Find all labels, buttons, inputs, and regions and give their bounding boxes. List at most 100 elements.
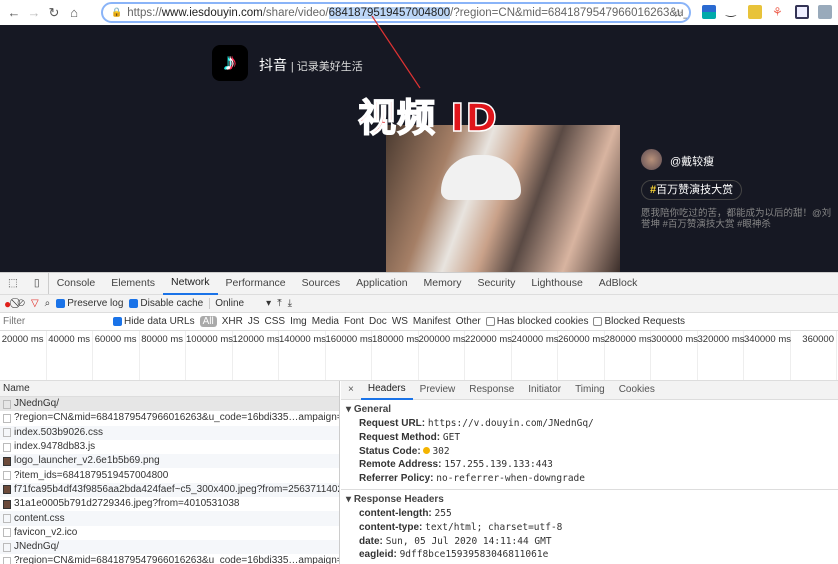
header-row: Status Code: 302 — [341, 445, 838, 459]
response-headers-toggle[interactable]: ▾ Response Headers — [341, 490, 838, 507]
extension-js-icon[interactable] — [748, 5, 762, 19]
extension-tree-icon[interactable]: ⚘ — [772, 5, 786, 19]
blocked-requests-checkbox-label: Blocked Requests — [604, 316, 686, 327]
request-row[interactable]: ?item_ids=6841879519457004800 — [0, 468, 339, 482]
device-toggle-icon[interactable]: ▯ — [26, 273, 49, 294]
extension-smile-icon[interactable]: ‿ — [726, 4, 740, 19]
detail-tab-cookies[interactable]: Cookies — [612, 381, 662, 399]
reload-icon[interactable]: ↻ — [44, 5, 64, 21]
devtools-panel: ⬚ ▯ Console Elements Network Performance Sou… — [0, 272, 838, 564]
tab-security[interactable]: Security — [469, 273, 523, 294]
file-icon — [3, 514, 11, 524]
filter-type-img[interactable]: Img — [290, 316, 307, 327]
detail-tab-timing[interactable]: Timing — [568, 381, 612, 399]
header-value: 302 — [432, 445, 450, 457]
header-value: 9dff8bce15939583046811061e — [399, 549, 549, 561]
timeline-tick: 220000 ms — [465, 331, 512, 380]
timeline-tick: 140000 ms — [279, 331, 326, 380]
filter-type-font[interactable]: Font — [344, 316, 364, 327]
timeline-tick: 320000 ms — [698, 331, 745, 380]
url-domain: www.iesdouyin.com — [161, 6, 263, 19]
address-bar[interactable]: 🔒 https://www.iesdouyin.com/share/video/… — [101, 2, 691, 23]
tab-console[interactable]: Console — [49, 273, 104, 294]
timeline-tick: 240000 ms — [512, 331, 559, 380]
url-prefix: https:// — [127, 6, 162, 19]
brand: 抖音 | 记录美好生活 — [259, 55, 363, 75]
tab-elements[interactable]: Elements — [103, 273, 163, 294]
filter-type-doc[interactable]: Doc — [369, 316, 387, 327]
request-row[interactable]: JNednGq/ — [0, 539, 339, 555]
filter-type-js[interactable]: JS — [248, 316, 260, 327]
request-row[interactable]: index.9478db83.js — [0, 440, 339, 454]
tab-lighthouse[interactable]: Lighthouse — [523, 273, 590, 294]
filter-input[interactable] — [0, 313, 108, 330]
request-row[interactable]: logo_launcher_v2.6e1b5b69.png — [0, 454, 339, 469]
clear-icon[interactable]: ⃠⊘ — [17, 298, 25, 309]
hide-data-urls-checkbox[interactable]: Hide data URLs — [113, 316, 195, 327]
tab-sources[interactable]: Sources — [294, 273, 349, 294]
preserve-log-checkbox[interactable]: Preserve log — [56, 298, 123, 309]
request-row[interactable]: favicon_v2.ico — [0, 526, 339, 540]
extension-icon[interactable] — [702, 5, 716, 19]
filter-type-ws[interactable]: WS — [392, 316, 408, 327]
timeline-overview[interactable]: 20000 ms 40000 ms 60000 ms 80000 ms 100000 m… — [0, 331, 838, 381]
header-row: Request URL: https://v.douyin.com/JNednG… — [341, 417, 838, 431]
blocked-requests-checkbox[interactable]: Blocked Requests — [593, 316, 685, 327]
avatar[interactable] — [641, 149, 662, 170]
header-row: content-length: 255 — [341, 507, 838, 521]
filter-type-other[interactable]: Other — [456, 316, 481, 327]
request-row[interactable]: index.503b9026.css — [0, 425, 339, 440]
has-blocked-cookies-checkbox[interactable]: Has blocked cookies — [485, 316, 588, 327]
request-row[interactable]: ?region=CN&mid=6841879547966016263&u_cod… — [0, 411, 339, 425]
request-row[interactable]: JNednGq/ — [0, 397, 339, 412]
inspect-icon[interactable]: ⬚ — [0, 273, 26, 294]
request-name: JNednGq/ — [14, 398, 60, 410]
header-key: eagleid: — [359, 549, 397, 561]
disable-cache-checkbox[interactable]: Disable cache — [129, 298, 203, 309]
tab-application[interactable]: Application — [348, 273, 415, 294]
cap-shape — [441, 155, 521, 200]
extension-image-icon[interactable] — [818, 5, 832, 19]
username[interactable]: @戴较瘦 — [670, 153, 714, 169]
header-key: Request Method: — [359, 431, 441, 443]
back-icon[interactable]: ← — [4, 5, 24, 20]
filter-type-xhr[interactable]: XHR — [222, 316, 243, 327]
request-row[interactable]: f71fca95b4df43f9856aa2bda424faef~c5_300x… — [0, 482, 339, 498]
extension-doc-icon[interactable] — [795, 5, 809, 19]
star-icon[interactable]: ☆ — [673, 6, 683, 20]
detail-tab-initiator[interactable]: Initiator — [521, 381, 568, 399]
detail-tab-response[interactable]: Response — [462, 381, 521, 399]
filter-bar: Hide data URLs All XHR JS CSS Img Media Font Do… — [0, 313, 838, 331]
header-row: date: Sun, 05 Jul 2020 14:11:44 GMT — [341, 535, 838, 549]
request-row[interactable]: 31a1e0005b791d2729346.jpeg?from=40105310… — [0, 497, 339, 511]
general-section-toggle[interactable]: ▾ General — [341, 400, 838, 417]
filter-type-media[interactable]: Media — [312, 316, 339, 327]
request-name: ?region=CN&mid=6841879547966016263&u_cod… — [14, 412, 339, 424]
detail-tab-headers[interactable]: Headers — [360, 381, 413, 400]
tab-network[interactable]: Network — [163, 272, 218, 295]
video-id-annotation: 视频 ID — [357, 95, 498, 141]
detail-tab-preview[interactable]: Preview — [413, 381, 463, 399]
home-icon[interactable]: ⌂ — [64, 5, 84, 20]
filter-type-manifest[interactable]: Manifest — [413, 316, 451, 327]
upload-icon[interactable]: ⤒ — [277, 298, 281, 309]
tab-memory[interactable]: Memory — [416, 273, 470, 294]
hashtag-chip[interactable]: #百万赞演技大赏 — [641, 180, 743, 200]
request-row[interactable]: content.css — [0, 511, 339, 526]
throttle-select[interactable]: Online ▾ — [209, 298, 271, 309]
download-icon[interactable]: ⤓ — [288, 298, 292, 309]
image-file-icon — [3, 456, 11, 466]
tab-adblock[interactable]: AdBlock — [591, 273, 646, 294]
search-icon[interactable]: ⌕ — [45, 298, 51, 309]
tab-performance[interactable]: Performance — [218, 273, 294, 294]
timeline-tick: 40000 ms — [47, 331, 93, 380]
filter-icon[interactable]: ▽ — [31, 298, 39, 309]
filter-type-css[interactable]: CSS — [265, 316, 286, 327]
timeline-tick: 60000 ms — [93, 331, 140, 380]
filter-type-all[interactable]: All — [199, 316, 217, 327]
record-icon[interactable]: ● — [4, 297, 11, 311]
close-icon[interactable]: × — [341, 381, 361, 399]
name-column-header[interactable]: Name — [0, 381, 339, 397]
forward-icon[interactable]: → — [24, 5, 44, 20]
video-thumbnail[interactable] — [386, 125, 620, 272]
